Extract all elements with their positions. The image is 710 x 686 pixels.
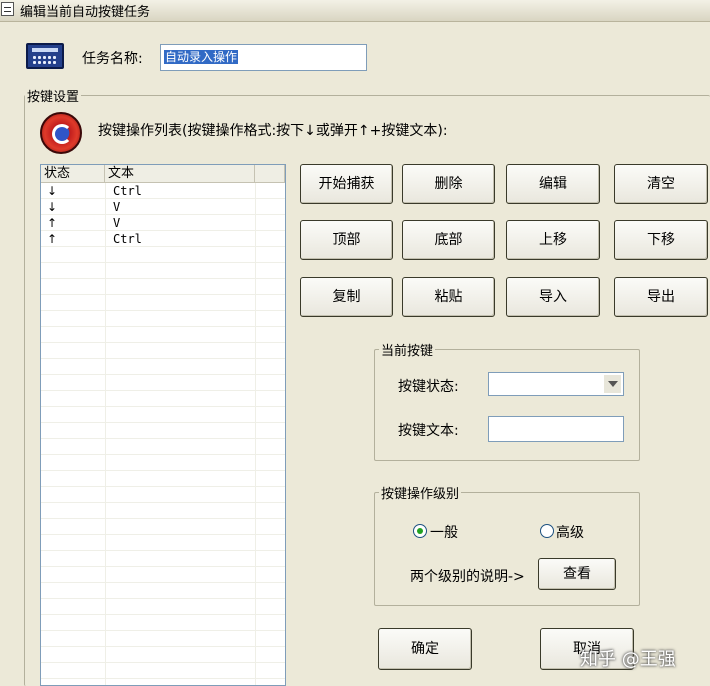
list-description: 按键操作列表(按键操作格式:按下↓或弹开↑+按键文本): bbox=[98, 123, 448, 139]
task-name-label: 任务名称: bbox=[82, 51, 143, 67]
list-item[interactable]: ↑ V bbox=[41, 215, 285, 231]
current-key-group: 当前按键 bbox=[374, 340, 640, 461]
list-item[interactable]: ↓ V bbox=[41, 199, 285, 215]
level-normal-label[interactable]: 一般 bbox=[430, 522, 458, 542]
start-capture-button[interactable]: 开始捕获 bbox=[300, 164, 393, 204]
row-state: ↑ bbox=[47, 216, 58, 230]
column-divider bbox=[255, 183, 256, 685]
level-high-label[interactable]: 高级 bbox=[556, 522, 584, 542]
task-name-input[interactable]: 自动录入操作 bbox=[160, 44, 367, 71]
import-button[interactable]: 导入 bbox=[506, 277, 600, 317]
key-text-label: 按键文本: bbox=[398, 423, 459, 439]
window-title: 编辑当前自动按键任务 bbox=[20, 5, 151, 20]
ok-button[interactable]: 确定 bbox=[378, 628, 472, 670]
column-header-text[interactable]: 文本 bbox=[105, 165, 255, 183]
key-state-select[interactable] bbox=[488, 372, 624, 396]
edit-button[interactable]: 编辑 bbox=[506, 164, 600, 204]
column-divider bbox=[105, 183, 106, 685]
row-state: ↑ bbox=[47, 232, 58, 246]
copy-button[interactable]: 复制 bbox=[300, 277, 393, 317]
key-text-input[interactable] bbox=[488, 416, 624, 442]
key-settings-legend: 按键设置 bbox=[25, 86, 82, 105]
refresh-icon bbox=[40, 112, 82, 154]
clear-button[interactable]: 清空 bbox=[614, 164, 708, 204]
calculator-icon bbox=[26, 43, 64, 69]
row-text: Ctrl bbox=[113, 184, 142, 198]
paste-button[interactable]: 粘贴 bbox=[402, 277, 495, 317]
chevron-down-icon[interactable] bbox=[604, 375, 621, 393]
level-high-radio[interactable] bbox=[540, 524, 554, 538]
bottom-button[interactable]: 底部 bbox=[402, 220, 495, 260]
row-text: V bbox=[113, 216, 121, 230]
column-header-spacer bbox=[255, 165, 285, 183]
list-item[interactable]: ↑ Ctrl bbox=[41, 231, 285, 247]
row-text: Ctrl bbox=[113, 232, 142, 246]
list-rows: ↓ Ctrl ↓ V ↑ V ↑ Ctrl bbox=[41, 183, 285, 685]
list-item[interactable]: ↓ Ctrl bbox=[41, 183, 285, 199]
watermark: 知乎 @王强 bbox=[580, 649, 676, 670]
level-legend: 按键操作级别 bbox=[379, 483, 462, 502]
view-explanation-button[interactable]: 查看 bbox=[538, 558, 616, 590]
row-text: V bbox=[113, 200, 121, 214]
list-header: 状态 文本 bbox=[41, 165, 285, 183]
export-button[interactable]: 导出 bbox=[614, 277, 708, 317]
delete-button[interactable]: 删除 bbox=[402, 164, 495, 204]
task-name-value: 自动录入操作 bbox=[164, 50, 239, 64]
current-key-legend: 当前按键 bbox=[379, 340, 436, 359]
row-state: ↓ bbox=[47, 200, 58, 214]
move-up-button[interactable]: 上移 bbox=[506, 220, 600, 260]
title-bar: 编辑当前自动按键任务 bbox=[0, 0, 710, 22]
row-state: ↓ bbox=[47, 184, 58, 198]
key-operation-list[interactable]: 状态 文本 ↓ Ctrl ↓ V ↑ V ↑ Ctrl bbox=[40, 164, 286, 686]
key-state-label: 按键状态: bbox=[398, 379, 459, 395]
move-down-button[interactable]: 下移 bbox=[614, 220, 708, 260]
column-header-state[interactable]: 状态 bbox=[41, 165, 105, 183]
window-menu-icon[interactable] bbox=[1, 2, 14, 16]
top-button[interactable]: 顶部 bbox=[300, 220, 393, 260]
level-normal-radio[interactable] bbox=[413, 524, 427, 538]
level-explain-label: 两个级别的说明-> bbox=[410, 569, 525, 585]
